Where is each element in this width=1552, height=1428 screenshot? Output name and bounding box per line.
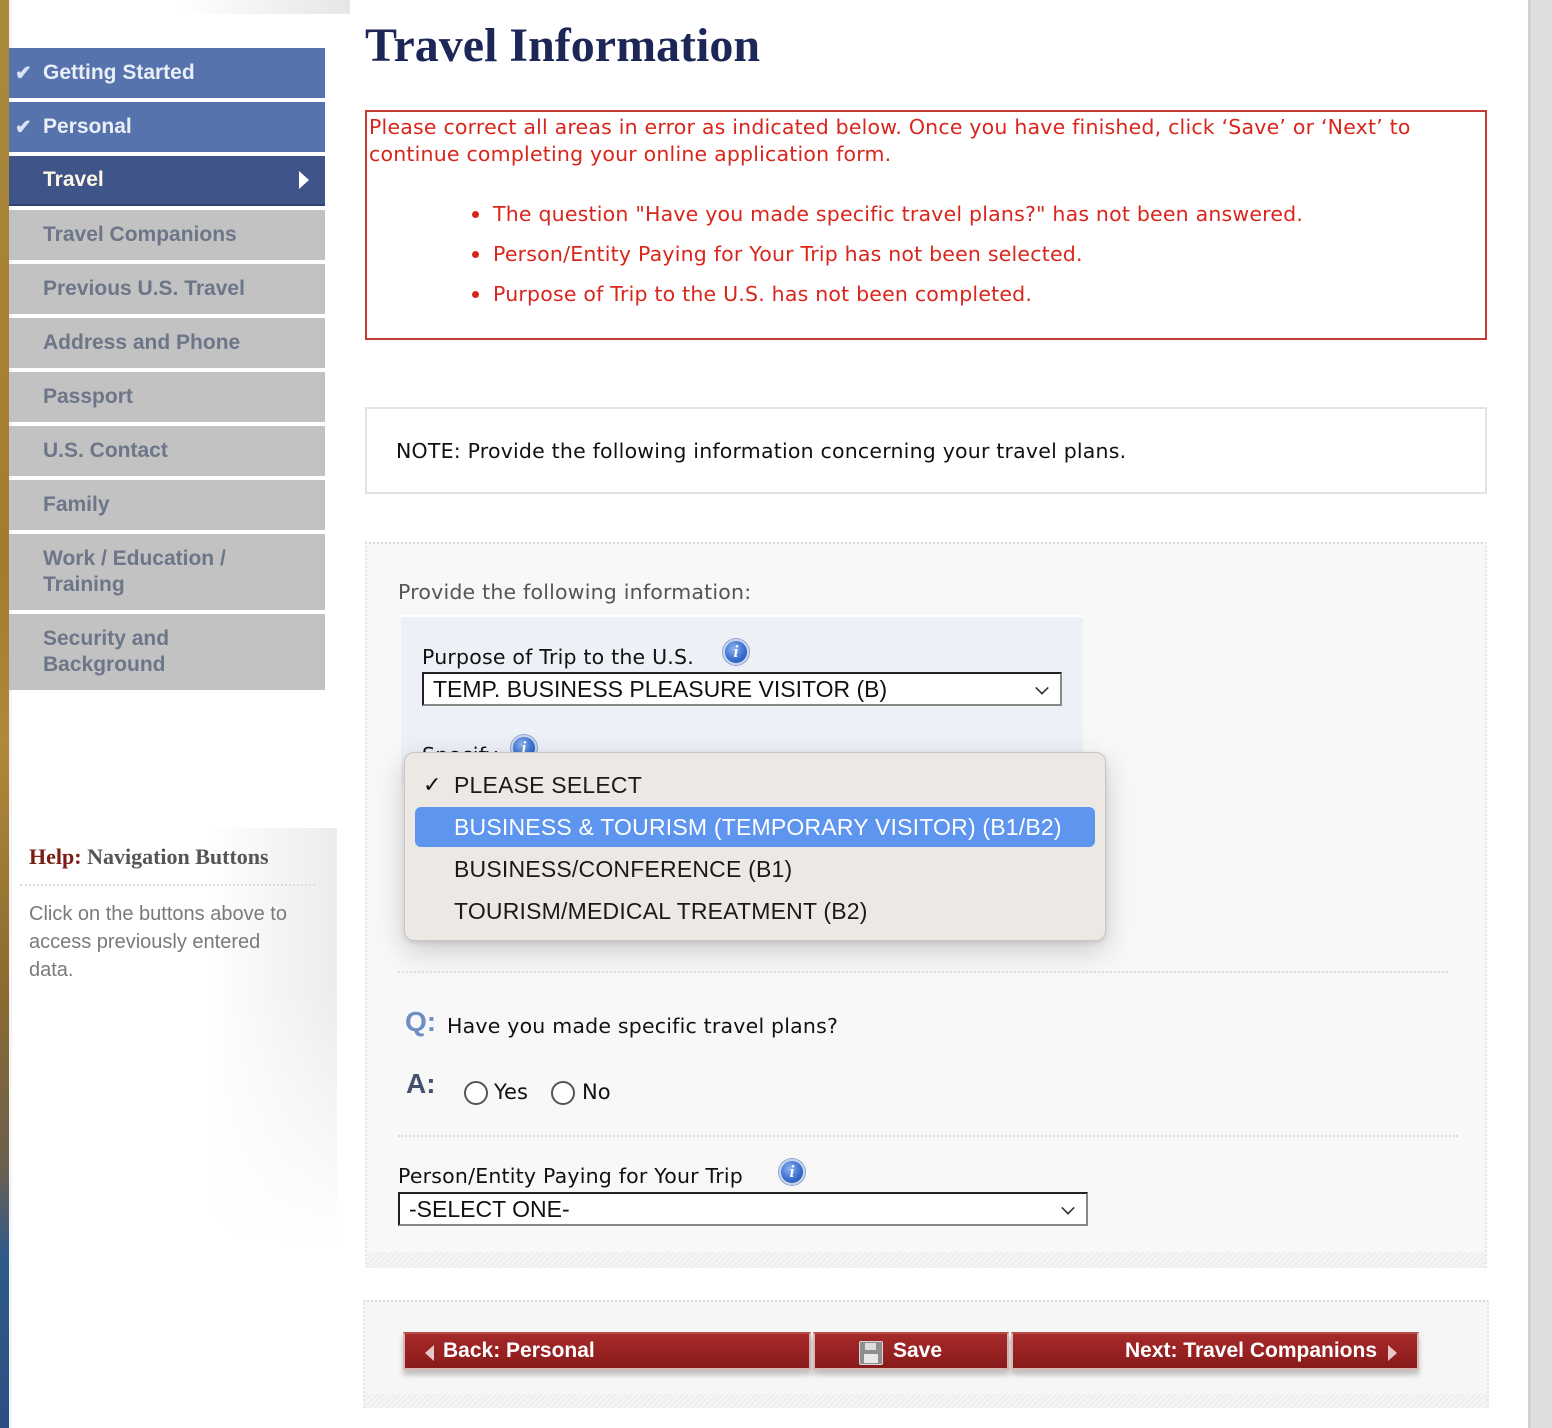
help-heading: Navigation Buttons [87,844,269,869]
payer-label: Person/Entity Paying for Your Trip [398,1164,743,1188]
page-edge-bar [0,0,9,1428]
check-icon: ✔ [15,62,32,85]
note-box: NOTE: Provide the following information … [365,407,1487,494]
back-button-label: Back: Personal [443,1339,595,1362]
chevron-down-icon [1035,681,1049,695]
help-divider [20,884,315,886]
page-title: Travel Information [365,19,761,72]
next-button[interactable]: Next: Travel Companions [1011,1332,1419,1370]
sidebar-item-label: Travel [43,168,104,191]
sidebar-item-label: Getting Started [43,61,195,84]
section-divider [398,1135,1458,1137]
specify-dropdown: ✓ PLEASE SELECT BUSINESS & TOURISM (TEMP… [404,752,1106,941]
radio-yes[interactable] [464,1081,488,1105]
option-label: PLEASE SELECT [454,772,642,798]
help-box: Help: Navigation Buttons Click on the bu… [12,828,337,1248]
sidebar-item-family: Family [9,480,325,530]
triangle-right-icon [1388,1345,1397,1361]
help-prefix: Help: [29,844,82,869]
sidebar-nav: ✔ Getting Started ✔ Personal Travel Trav… [9,48,325,694]
sidebar-item-label: Previous U.S. Travel [43,277,245,300]
chevron-down-icon [1061,1201,1075,1215]
sidebar-item-label: Travel Companions [43,223,237,246]
specify-option-b2[interactable]: TOURISM/MEDICAL TREATMENT (B2) [415,891,1095,931]
option-label: BUSINESS & TOURISM (TEMPORARY VISITOR) (… [454,814,1062,840]
save-button-label: Save [893,1339,943,1362]
save-button[interactable]: Save [813,1332,1009,1370]
sidebar-item-travel[interactable]: Travel [9,156,325,206]
sidebar-item-getting-started[interactable]: ✔ Getting Started [9,48,325,98]
error-item: The question "Have you made specific tra… [467,194,1303,234]
error-list: The question "Have you made specific tra… [467,194,1303,314]
option-label: TOURISM/MEDICAL TREATMENT (B2) [454,898,868,924]
header-fade [180,0,350,14]
sidebar-item-previous-us-travel: Previous U.S. Travel [9,264,325,314]
triangle-left-icon [425,1345,434,1361]
info-icon[interactable]: i [779,1159,805,1185]
sidebar-item-label: Passport [43,385,133,408]
error-summary-box: Please correct all areas in error as ind… [365,110,1487,340]
sidebar-item-address-and-phone: Address and Phone [9,318,325,368]
question-marker: Q: [405,1006,437,1037]
note-text: NOTE: Provide the following information … [396,439,1127,463]
payer-select[interactable]: -SELECT ONE- [398,1192,1088,1226]
specify-option-b1-b2[interactable]: BUSINESS & TOURISM (TEMPORARY VISITOR) (… [415,807,1095,847]
sidebar-item-label: Security and Background [43,627,170,676]
info-icon[interactable]: i [723,639,749,665]
payer-select-value: -SELECT ONE- [409,1196,570,1222]
error-intro: Please correct all areas in error as ind… [369,115,1411,166]
specify-option-please-select[interactable]: ✓ PLEASE SELECT [415,765,1095,805]
back-button[interactable]: Back: Personal [403,1332,811,1370]
sidebar-item-label: U.S. Contact [43,439,168,462]
sidebar-item-travel-companions: Travel Companions [9,210,325,260]
travel-plans-question: Have you made specific travel plans? [447,1014,839,1038]
section-divider [398,971,1448,973]
specify-option-b1[interactable]: BUSINESS/CONFERENCE (B1) [415,849,1095,889]
radio-no-label[interactable]: No [582,1080,611,1104]
sidebar-item-label: Work / Education / Training [43,547,226,596]
help-title: Help: Navigation Buttons [29,844,269,870]
option-label: BUSINESS/CONFERENCE (B1) [454,856,793,882]
purpose-select-value: TEMP. BUSINESS PLEASURE VISITOR (B) [433,676,888,702]
scrollbar[interactable] [1528,0,1552,1428]
form-intro: Provide the following information: [398,580,752,604]
sidebar-item-security-and-background: Security and Background [9,614,325,690]
sidebar-item-passport: Passport [9,372,325,422]
error-item: Person/Entity Paying for Your Trip has n… [467,234,1303,274]
purpose-label: Purpose of Trip to the U.S. [422,645,694,669]
floppy-disk-icon [859,1341,883,1365]
purpose-select[interactable]: TEMP. BUSINESS PLEASURE VISITOR (B) [422,672,1062,706]
help-text: Click on the buttons above to access pre… [29,903,287,981]
sidebar-item-label: Personal [43,115,132,138]
radio-no[interactable] [551,1081,575,1105]
check-icon: ✓ [423,772,442,797]
next-button-label: Next: Travel Companions [1124,1339,1377,1362]
error-item: Purpose of Trip to the U.S. has not been… [467,274,1303,314]
sidebar-item-label: Address and Phone [43,331,241,354]
triangle-right-icon [299,171,309,189]
sidebar-item-label: Family [43,493,110,516]
radio-yes-label[interactable]: Yes [494,1080,528,1104]
answer-marker: A: [406,1068,436,1099]
check-icon: ✔ [15,116,32,139]
sidebar-item-us-contact: U.S. Contact [9,426,325,476]
sidebar-item-work-education-training: Work / Education / Training [9,534,325,610]
sidebar-item-personal[interactable]: ✔ Personal [9,102,325,152]
